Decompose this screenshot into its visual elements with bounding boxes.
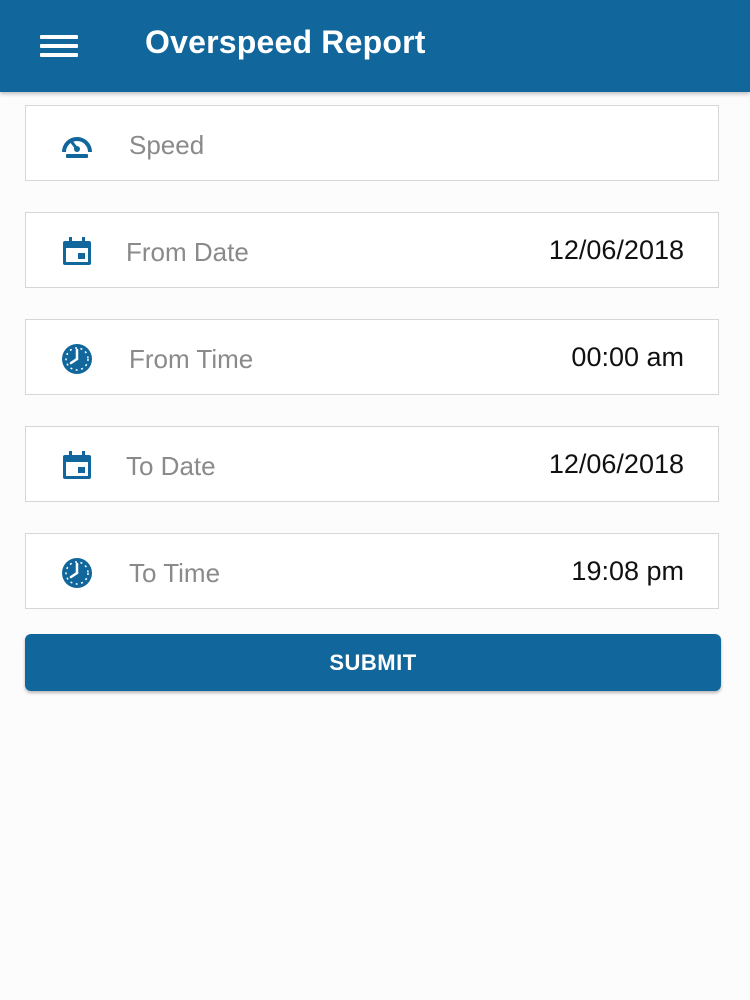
to-time-label: To Time <box>129 558 221 588</box>
to-date-field[interactable]: To Date 12/06/2018 <box>25 426 719 502</box>
clock-icon <box>62 344 92 374</box>
speedometer-icon <box>62 137 92 158</box>
to-date-value: 12/06/2018 <box>548 449 684 479</box>
from-date-label: From Date <box>126 237 249 267</box>
to-date-label: To Date <box>126 451 216 481</box>
from-time-field[interactable]: From Time 00:00 am <box>25 319 719 395</box>
clock-icon <box>62 558 92 588</box>
app-bar: Overspeed Report <box>0 0 750 92</box>
from-time-label: From Time <box>129 344 254 374</box>
to-time-field[interactable]: To Time 19:08 pm <box>25 533 719 609</box>
page-title: Overspeed Report <box>145 24 426 60</box>
speed-label: Speed <box>129 130 205 160</box>
from-time-value: 00:00 am <box>571 342 684 372</box>
from-date-value: 12/06/2018 <box>548 235 684 265</box>
to-time-value: 19:08 pm <box>571 556 684 586</box>
submit-button[interactable]: SUBMIT <box>25 634 721 691</box>
hamburger-menu-icon[interactable] <box>36 30 82 64</box>
calendar-icon <box>63 237 91 265</box>
speed-field[interactable]: Speed <box>25 105 719 181</box>
from-date-field[interactable]: From Date 12/06/2018 <box>25 212 719 288</box>
calendar-icon <box>63 451 91 479</box>
